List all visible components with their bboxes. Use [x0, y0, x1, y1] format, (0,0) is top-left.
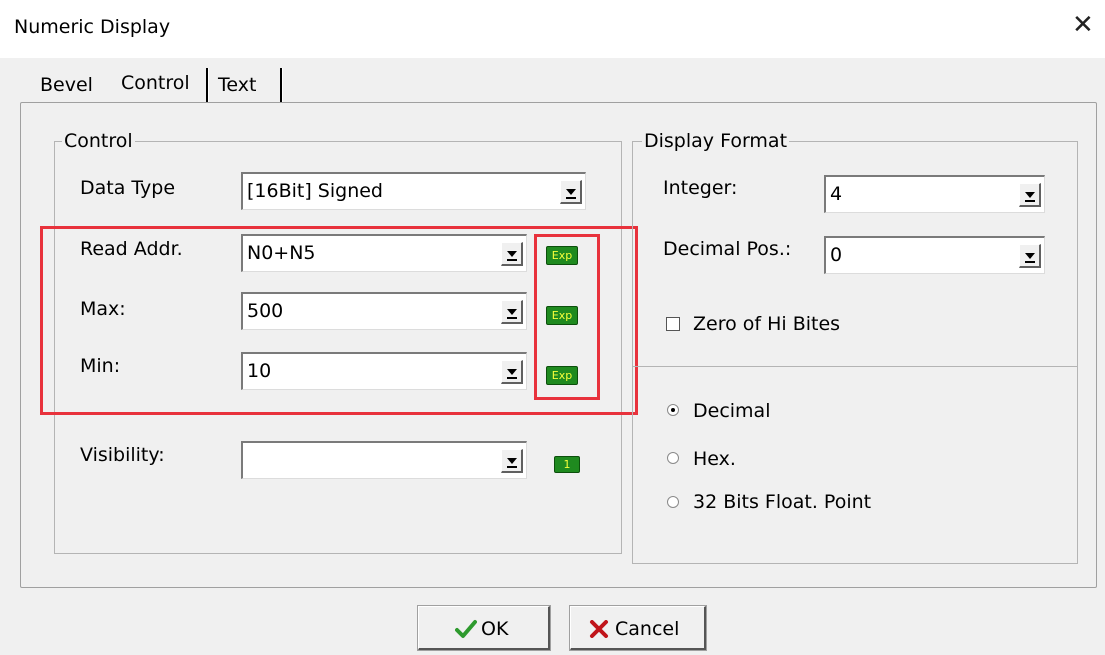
hex-radio-label: Hex.: [693, 448, 736, 470]
zero-hi-bites-checkbox[interactable]: [666, 317, 680, 331]
decimal-pos-select[interactable]: 0: [824, 236, 1045, 274]
tab-control[interactable]: Control: [121, 72, 190, 94]
float-point-radio-label: 32 Bits Float. Point: [693, 491, 872, 513]
chevron-down-icon[interactable]: [560, 180, 582, 204]
ok-button[interactable]: OK: [417, 605, 551, 651]
chevron-down-icon[interactable]: [1019, 244, 1041, 268]
highlight-box-icons: [534, 234, 600, 400]
integer-select[interactable]: 4: [824, 175, 1045, 213]
checkmark-icon: [455, 620, 477, 638]
tab-bevel[interactable]: Bevel: [40, 74, 93, 96]
cancel-button[interactable]: Cancel: [569, 605, 707, 651]
hex-radio[interactable]: [667, 452, 679, 464]
cancel-button-label: Cancel: [615, 618, 680, 640]
display-format-legend: Display Format: [642, 130, 790, 152]
chevron-down-icon[interactable]: [501, 449, 523, 473]
close-icon[interactable]: ✕: [1072, 10, 1094, 40]
zero-hi-bites-label: Zero of Hi Bites: [693, 313, 841, 335]
bit-icon[interactable]: 1: [554, 456, 580, 473]
decimal-radio-label: Decimal: [693, 400, 771, 422]
tab-separator: [206, 68, 209, 102]
tab-separator: [280, 68, 283, 102]
integer-label: Integer:: [663, 177, 738, 199]
decimal-radio[interactable]: [667, 404, 679, 416]
data-type-label: Data Type: [80, 177, 176, 199]
decimal-pos-value: 0: [830, 244, 843, 266]
data-type-select[interactable]: [16Bit] Signed: [241, 172, 586, 210]
decimal-pos-label: Decimal Pos.:: [663, 238, 792, 260]
window-title: Numeric Display: [14, 16, 171, 38]
ok-button-label: OK: [481, 618, 509, 640]
visibility-input[interactable]: [241, 441, 527, 479]
visibility-label: Visibility:: [80, 444, 165, 466]
divider: [633, 366, 1077, 367]
control-group-legend: Control: [62, 130, 135, 152]
integer-value: 4: [830, 183, 843, 205]
cancel-x-icon: [590, 620, 608, 638]
float-point-radio[interactable]: [667, 496, 679, 508]
data-type-value: [16Bit] Signed: [247, 180, 383, 202]
tab-text[interactable]: Text: [218, 74, 256, 96]
chevron-down-icon[interactable]: [1019, 183, 1041, 207]
